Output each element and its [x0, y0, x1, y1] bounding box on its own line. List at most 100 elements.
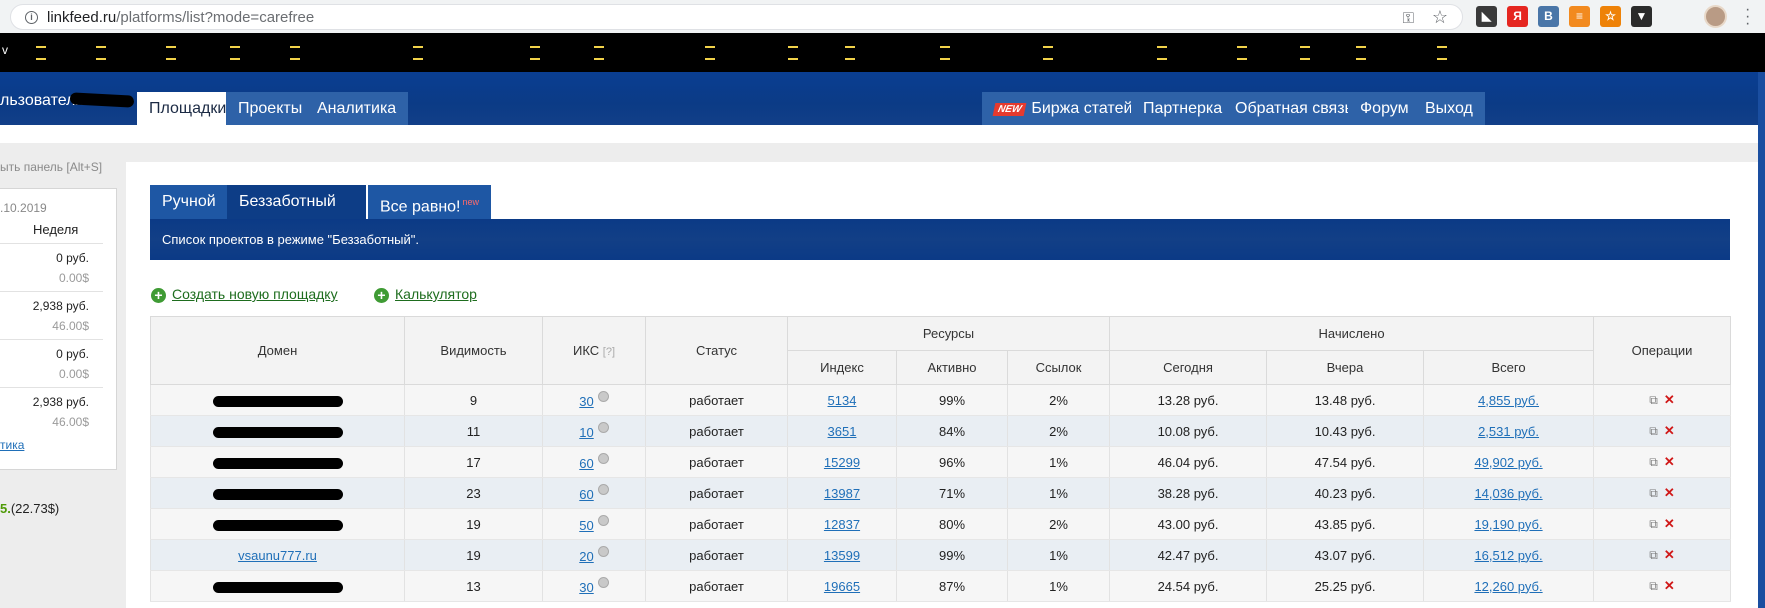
col-status[interactable]: Статус — [645, 316, 788, 385]
bookmark-item[interactable] — [788, 46, 798, 60]
domain-link[interactable]: vsaunu777.ru — [238, 548, 317, 563]
delete-icon[interactable]: ✕ — [1664, 454, 1675, 470]
redacted-domain[interactable] — [212, 581, 343, 593]
info-icon[interactable]: i — [25, 11, 38, 24]
col-visibility[interactable]: Видимость — [404, 316, 543, 385]
col-total[interactable]: Всего — [1423, 350, 1595, 385]
col-yesterday[interactable]: Вчера — [1266, 350, 1425, 385]
bookmark-item[interactable] — [530, 46, 540, 60]
iks-link[interactable]: 30 — [579, 580, 593, 595]
tab-manual[interactable]: Ручной — [150, 185, 228, 219]
col-active[interactable]: Активно — [896, 350, 1008, 385]
nav-tab-feedback[interactable]: Обратная связь — [1223, 92, 1365, 125]
nav-tab-projects[interactable]: Проекты — [226, 92, 315, 125]
analytics-link[interactable]: тика — [0, 438, 24, 452]
bookmark-item[interactable] — [166, 46, 176, 60]
total-link[interactable]: 49,902 руб. — [1474, 455, 1542, 470]
ext-rss-icon[interactable]: ≡ — [1569, 6, 1590, 27]
ext-1-icon[interactable]: ◣ — [1476, 6, 1497, 27]
iks-info-icon[interactable] — [597, 453, 609, 464]
edit-icon[interactable]: ⧉ — [1649, 424, 1658, 439]
bookmark-item[interactable] — [705, 46, 715, 60]
plus-icon[interactable]: + — [374, 288, 389, 303]
iks-link[interactable]: 60 — [579, 487, 593, 502]
index-link[interactable]: 13599 — [824, 548, 860, 563]
bookmark-item[interactable] — [1300, 46, 1310, 60]
col-index[interactable]: Индекс — [787, 350, 897, 385]
iks-info-icon[interactable] — [597, 577, 609, 588]
delete-icon[interactable]: ✕ — [1664, 392, 1675, 408]
star-icon[interactable]: ☆ — [1432, 7, 1448, 28]
edit-icon[interactable]: ⧉ — [1649, 455, 1658, 470]
col-iks[interactable]: ИКС [?] — [542, 316, 646, 385]
bookmark-item[interactable] — [940, 46, 950, 60]
ext-yandex-icon[interactable]: Я — [1507, 6, 1528, 27]
bookmark-item[interactable] — [36, 46, 46, 60]
edit-icon[interactable]: ⧉ — [1649, 548, 1658, 563]
col-domain[interactable]: Домен — [150, 316, 405, 385]
nav-tab-partners[interactable]: Партнерка — [1131, 92, 1235, 125]
total-link[interactable]: 12,260 руб. — [1474, 579, 1542, 594]
delete-icon[interactable]: ✕ — [1664, 516, 1675, 532]
iks-help-icon[interactable]: [?] — [603, 346, 615, 358]
bookmark-item[interactable] — [1237, 46, 1247, 60]
iks-link[interactable]: 30 — [579, 394, 593, 409]
nav-tab-forum[interactable]: Форум — [1348, 92, 1421, 125]
edit-icon[interactable]: ⧉ — [1649, 393, 1658, 408]
col-today[interactable]: Сегодня — [1109, 350, 1268, 385]
menu-dots-icon[interactable]: · · · — [1745, 2, 1751, 32]
delete-icon[interactable]: ✕ — [1664, 578, 1675, 594]
bookmark-item[interactable] — [290, 46, 300, 60]
redacted-domain[interactable] — [212, 395, 343, 407]
redacted-domain[interactable] — [212, 488, 343, 500]
edit-icon[interactable]: ⧉ — [1649, 486, 1658, 501]
col-links[interactable]: Ссылок — [1006, 350, 1111, 385]
nav-tab-article-exchange[interactable]: NEW Биржа статей — [982, 92, 1145, 125]
bookmark-item[interactable] — [96, 46, 106, 60]
url-text[interactable]: linkfeed.ru/platforms/list?mode=carefree — [47, 9, 314, 26]
nav-tab-logout[interactable]: Выход — [1413, 92, 1485, 125]
profile-avatar[interactable] — [1704, 5, 1727, 28]
redacted-domain[interactable] — [212, 457, 343, 469]
tab-whatever[interactable]: Все равно! new — [368, 185, 492, 219]
page-scrollbar[interactable] — [1758, 72, 1765, 608]
total-link[interactable]: 4,855 руб. — [1478, 393, 1539, 408]
iks-info-icon[interactable] — [597, 484, 609, 495]
total-link[interactable]: 2,531 руб. — [1478, 424, 1539, 439]
iks-link[interactable]: 50 — [579, 518, 593, 533]
index-link[interactable]: 13987 — [824, 486, 860, 501]
edit-icon[interactable]: ⧉ — [1649, 579, 1658, 594]
address-bar[interactable]: i linkfeed.ru/platforms/list?mode=carefr… — [10, 4, 1463, 30]
delete-icon[interactable]: ✕ — [1664, 423, 1675, 439]
bookmark-item[interactable] — [230, 46, 240, 60]
bookmark-item[interactable] — [413, 46, 423, 60]
delete-icon[interactable]: ✕ — [1664, 547, 1675, 563]
bookmark-item[interactable] — [1043, 46, 1053, 60]
iks-info-icon[interactable] — [597, 546, 609, 557]
bookmark-item[interactable] — [594, 46, 604, 60]
nav-tab-platforms[interactable]: Площадки — [137, 92, 239, 125]
total-link[interactable]: 14,036 руб. — [1474, 486, 1542, 501]
nav-tab-analytics[interactable]: Аналитика — [305, 92, 409, 125]
create-platform-link[interactable]: Создать новую площадку — [172, 286, 338, 302]
edit-icon[interactable]: ⧉ — [1649, 517, 1658, 532]
iks-link[interactable]: 60 — [579, 456, 593, 471]
index-link[interactable]: 5134 — [828, 393, 857, 408]
index-link[interactable]: 12837 — [824, 517, 860, 532]
redacted-domain[interactable] — [212, 426, 343, 438]
key-icon[interactable]: ⚿ — [1403, 10, 1414, 27]
index-link[interactable]: 3651 — [828, 424, 857, 439]
index-link[interactable]: 19665 — [824, 579, 860, 594]
bookmark-item[interactable] — [1437, 46, 1447, 60]
tab-carefree[interactable]: Беззаботный — [227, 185, 366, 219]
ext-shield-icon[interactable]: ▼ — [1631, 6, 1652, 27]
iks-info-icon[interactable] — [597, 515, 609, 526]
bookmark-item[interactable] — [1356, 46, 1366, 60]
bookmark-item[interactable] — [1157, 46, 1167, 60]
iks-link[interactable]: 20 — [579, 549, 593, 564]
redacted-domain[interactable] — [212, 519, 343, 531]
bookmark-item[interactable] — [845, 46, 855, 60]
plus-icon[interactable]: + — [151, 288, 166, 303]
ext-vk-icon[interactable]: B — [1538, 6, 1559, 27]
delete-icon[interactable]: ✕ — [1664, 485, 1675, 501]
